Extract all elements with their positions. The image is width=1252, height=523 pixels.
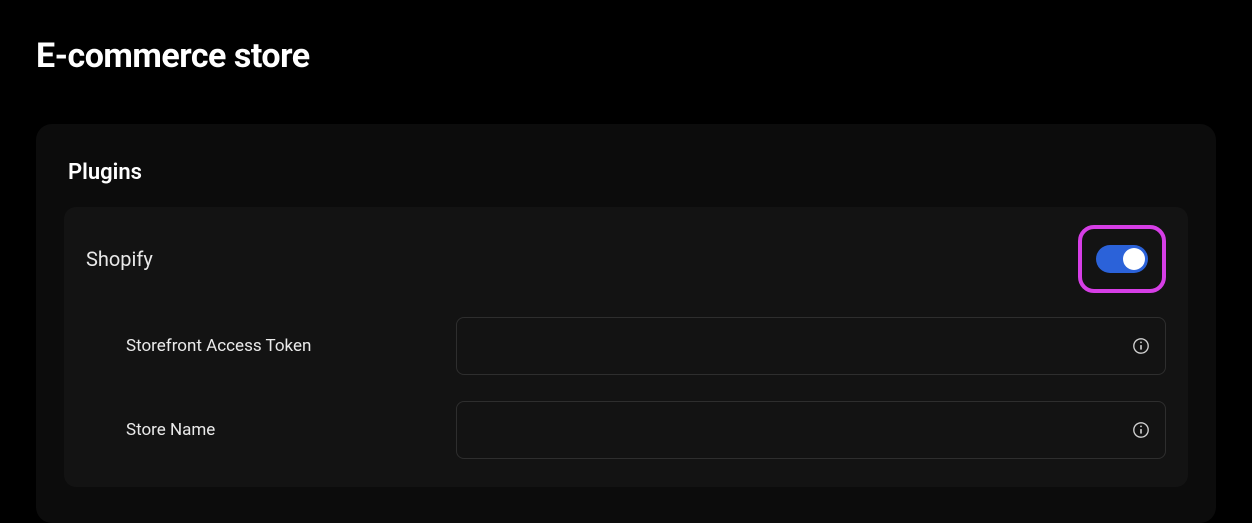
plugins-card: Plugins Shopify Storefront Access Token bbox=[36, 124, 1216, 523]
toggle-knob bbox=[1123, 248, 1145, 270]
shopify-plugin-card: Shopify Storefront Access Token bbox=[64, 207, 1188, 487]
page-title: E-commerce store bbox=[36, 36, 1216, 76]
shopify-enable-toggle[interactable] bbox=[1096, 245, 1148, 273]
plugin-header: Shopify bbox=[86, 225, 1166, 293]
storefront-token-input-wrap bbox=[456, 317, 1166, 375]
store-name-input[interactable] bbox=[456, 401, 1166, 459]
store-name-row: Store Name bbox=[126, 401, 1166, 459]
plugins-section-title: Plugins bbox=[68, 160, 1188, 185]
toggle-highlight-ring bbox=[1078, 225, 1166, 293]
storefront-token-input[interactable] bbox=[456, 317, 1166, 375]
plugin-name: Shopify bbox=[86, 247, 153, 271]
info-icon[interactable] bbox=[1132, 337, 1150, 355]
storefront-token-label: Storefront Access Token bbox=[126, 336, 456, 356]
store-name-input-wrap bbox=[456, 401, 1166, 459]
storefront-token-row: Storefront Access Token bbox=[126, 317, 1166, 375]
info-icon[interactable] bbox=[1132, 421, 1150, 439]
store-name-label: Store Name bbox=[126, 420, 456, 440]
